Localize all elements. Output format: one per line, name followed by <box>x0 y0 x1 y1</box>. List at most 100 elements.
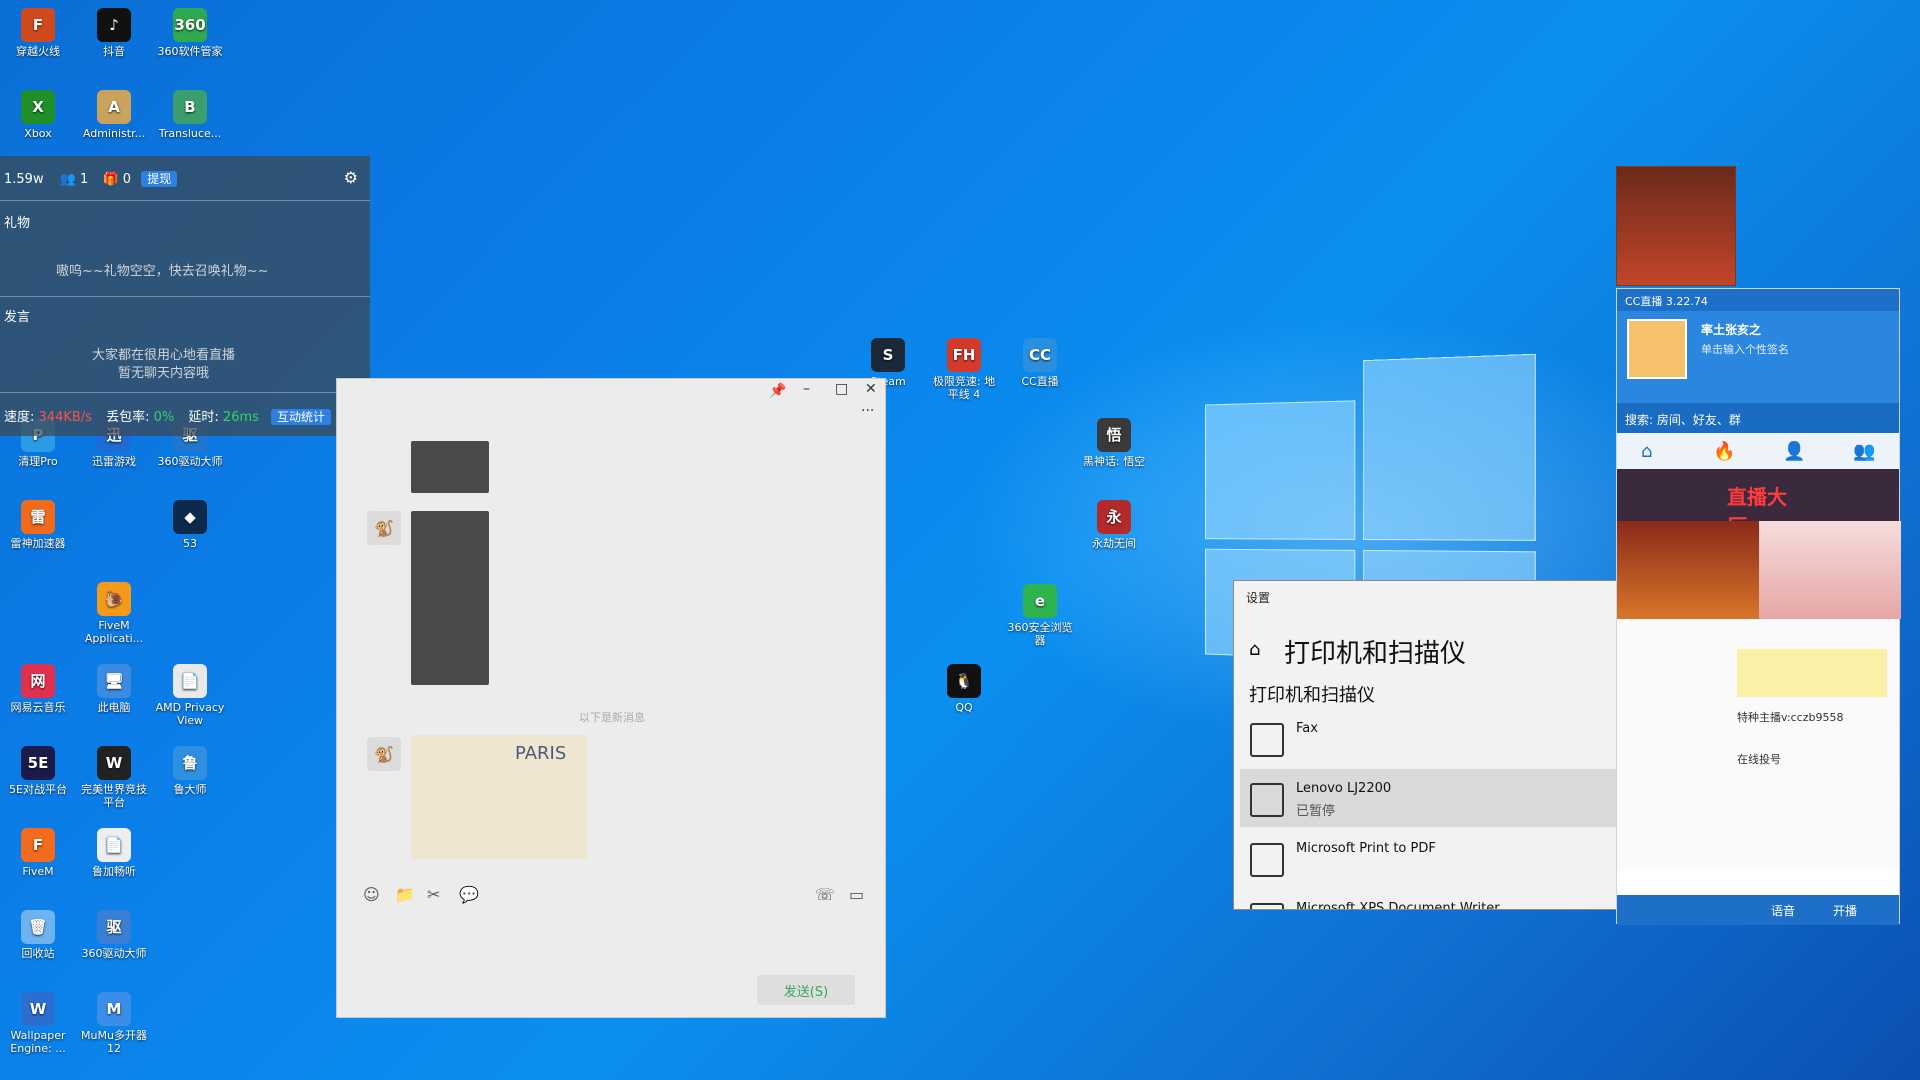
signature[interactable]: 单击输入个性签名 <box>1701 341 1789 357</box>
fire-icon[interactable]: 🔥 <box>1713 441 1735 462</box>
live-button[interactable]: 开播 <box>1833 902 1857 919</box>
paris-image-message[interactable]: PARIS <box>411 735 587 859</box>
latency-value: 26ms <box>222 410 259 425</box>
desktop-icon-label: 穿越火线 <box>16 45 60 58</box>
printer-name: Fax <box>1296 721 1318 736</box>
online-label[interactable]: 在线投号 <box>1737 751 1781 767</box>
chat-bubble-icon[interactable]: 💬 <box>459 885 479 904</box>
close-button[interactable]: ✕ <box>865 381 877 397</box>
game-thumbnail[interactable] <box>1617 521 1759 619</box>
desktop-icon[interactable]: 永永劫无间 <box>1078 500 1150 550</box>
desktop-icon[interactable]: 驱 360驱动大师 <box>78 910 150 960</box>
username[interactable]: 率土张亥之 <box>1701 321 1761 338</box>
app-icon: FH <box>947 338 981 372</box>
window-title: 设置 <box>1246 591 1271 605</box>
desktop-icon[interactable]: 🖥 此电脑 <box>78 664 150 714</box>
avatar[interactable]: 🐒 <box>367 737 401 771</box>
avatar[interactable]: 🐒 <box>367 511 401 545</box>
phone-icon[interactable]: ☏ <box>815 885 835 904</box>
gifts-count: 0 <box>122 172 132 187</box>
printer-status: 已暂停 <box>1296 804 1336 819</box>
app-icon: ♪ <box>97 8 131 42</box>
app-icon: F <box>21 828 55 862</box>
scissors-icon[interactable]: ✂ <box>427 885 440 904</box>
watch-message: 大家都在很用心地看直播 <box>92 348 236 363</box>
voice-button[interactable]: 语音 <box>1771 902 1795 919</box>
desktop-icon[interactable]: 360 360软件管家 <box>154 8 226 58</box>
desktop-icon[interactable]: F 穿越火线 <box>2 8 74 58</box>
latency-label: 延时: <box>188 410 219 425</box>
maximize-button[interactable]: □ <box>835 381 848 397</box>
desktop-icon[interactable]: M MuMu多开器12 <box>78 992 150 1055</box>
desktop-icon[interactable]: 📄 AMD Privacy View <box>154 664 226 727</box>
folder-icon[interactable]: 📁 <box>395 885 415 904</box>
loss-label: 丢包率: <box>106 410 150 425</box>
live-hall-banner[interactable]: 直播大厅 <box>1617 469 1899 538</box>
users-icon: 👥 <box>59 172 76 187</box>
cc-body: 特种主播v:cczb9558 在线投号 <box>1617 619 1899 869</box>
fans-count: 1.59w <box>4 172 44 187</box>
cc-search[interactable]: 搜索: 房间、好友、群 <box>1617 403 1899 433</box>
app-icon: ◆ <box>173 500 207 534</box>
desktop-icon[interactable]: X Xbox <box>2 90 74 140</box>
app-icon: e <box>1023 584 1057 618</box>
home-icon[interactable]: ⌂ <box>1249 639 1260 660</box>
desktop-icon[interactable]: 悟黑神话: 悟空 <box>1078 418 1150 468</box>
app-icon: 📄 <box>173 664 207 698</box>
desktop-icon[interactable]: ◆ 53 <box>154 500 226 550</box>
minimize-button[interactable]: – <box>803 381 810 397</box>
desktop-icon[interactable]: 网网易云音乐 <box>2 664 74 714</box>
desktop-icon[interactable]: B Transluce... <box>154 90 226 140</box>
emoji-icon[interactable]: ☺ <box>363 885 380 904</box>
cc-ad-banner[interactable] <box>1616 166 1736 286</box>
send-button[interactable]: 发送(S) <box>757 975 855 1005</box>
desktop-icon[interactable]: W Wallpaper Engine: ... <box>2 992 74 1055</box>
desktop-icon[interactable]: 🗑 回收站 <box>2 910 74 960</box>
desktop-icon[interactable]: W 完美世界竞技平台 <box>78 746 150 809</box>
desktop-icon[interactable]: 🐌 FiveM Applicati... <box>78 582 150 645</box>
ad-text: 特种主播v:cczb9558 <box>1737 711 1844 724</box>
desktop-icon[interactable]: 📄 鲁加畅听 <box>78 828 150 878</box>
speed-value: 344KB/s <box>38 410 92 425</box>
home-icon[interactable]: ⌂ <box>1641 441 1652 462</box>
user-icon[interactable]: 👤 <box>1783 441 1805 462</box>
app-icon: W <box>97 746 131 780</box>
gift-label: 礼物 <box>4 216 31 231</box>
app-icon: M <box>97 992 131 1026</box>
desktop-icon[interactable]: 5E 5E对战平台 <box>2 746 74 796</box>
desktop-icon[interactable]: e 360安全浏览器 <box>1004 584 1076 647</box>
more-icon[interactable]: ··· <box>861 403 874 419</box>
desktop-icon[interactable]: 雷雷神加速器 <box>2 500 74 550</box>
avatar[interactable] <box>1627 319 1687 379</box>
stats-button[interactable]: 互动统计 <box>271 409 332 425</box>
desktop-icon[interactable]: 🐧 QQ <box>928 664 1000 714</box>
desktop-icon[interactable]: F FiveM <box>2 828 74 878</box>
gift-placeholder: 嗷呜~~礼物空空，快去召唤礼物~~ <box>56 264 269 279</box>
desktop-icon[interactable]: FH 极限竞速: 地平线 4 <box>928 338 1000 401</box>
desktop-icon-label: Transluce... <box>158 127 222 140</box>
app-icon: CC <box>1023 338 1057 372</box>
cc-tabs: ⌂ 🔥 👤 👥 <box>1617 433 1899 469</box>
image-message[interactable] <box>411 441 489 493</box>
streamer-thumbnail[interactable] <box>1759 521 1901 619</box>
app-icon: 360 <box>173 8 207 42</box>
desktop-icon[interactable]: CC CC直播 <box>1004 338 1076 388</box>
desktop-icon-label: Xbox <box>24 127 52 140</box>
app-icon: F <box>21 8 55 42</box>
app-icon: A <box>97 90 131 124</box>
image-message[interactable] <box>411 511 489 685</box>
app-icon: 永 <box>1097 500 1131 534</box>
printer-name: Microsoft XPS Document Writer <box>1296 901 1500 910</box>
desktop-icon-label: 清理Pro <box>18 455 58 468</box>
desktop-icon[interactable]: A Administr... <box>78 90 150 140</box>
desktop-icon-label: QQ <box>955 701 973 714</box>
desktop-icon[interactable]: 鲁鲁大师 <box>154 746 226 796</box>
group-icon[interactable]: 👥 <box>1853 441 1875 462</box>
video-icon[interactable]: ▭ <box>849 885 864 904</box>
pin-icon[interactable]: 📌 <box>769 383 786 399</box>
withdraw-button[interactable]: 提现 <box>141 171 178 187</box>
app-icon: S <box>871 338 905 372</box>
app-icon: W <box>21 992 55 1026</box>
desktop-icon[interactable]: ♪ 抖音 <box>78 8 150 58</box>
settings-gear-icon[interactable]: ⚙ <box>344 168 358 187</box>
